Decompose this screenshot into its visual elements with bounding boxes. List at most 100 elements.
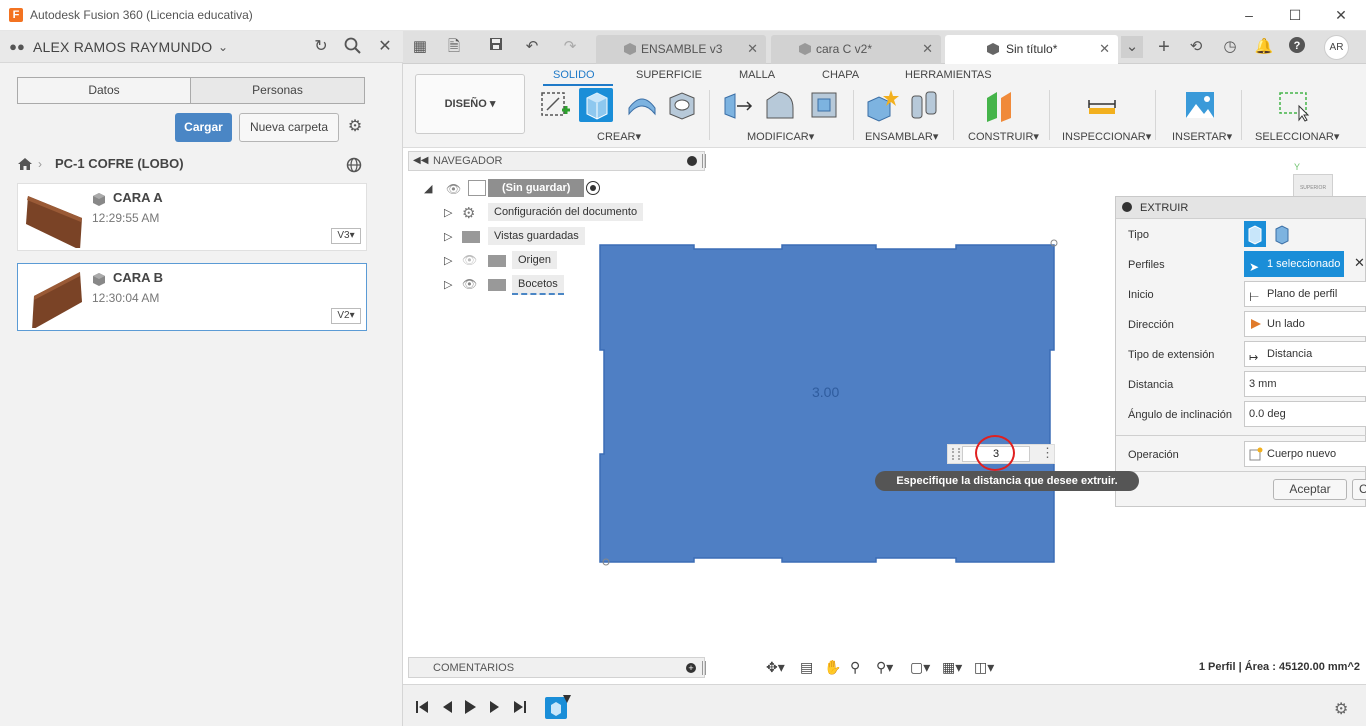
- new-folder-button[interactable]: Nueva carpeta: [239, 113, 339, 142]
- file-card-cara-b[interactable]: CARA B 12:30:04 AM V2▾: [17, 263, 367, 331]
- expand-arrow-icon[interactable]: ▷: [444, 230, 452, 243]
- taper-angle-field[interactable]: 0.0 deg: [1244, 401, 1366, 427]
- profiles-selection[interactable]: ➤ 1 seleccionado: [1244, 251, 1344, 277]
- tab-overflow-icon[interactable]: ⌄: [1121, 36, 1143, 58]
- ok-button[interactable]: Aceptar: [1273, 479, 1347, 500]
- breadcrumb[interactable]: PC-1 COFRE (LOBO): [55, 156, 184, 171]
- user-name[interactable]: ALEX RAMOS RAYMUNDO: [33, 39, 212, 55]
- grid-settings-icon[interactable]: ▦▾: [942, 659, 962, 676]
- play-icon[interactable]: [463, 700, 477, 714]
- help-icon[interactable]: ?: [1286, 36, 1308, 58]
- visibility-eye-icon[interactable]: 👁: [462, 277, 477, 291]
- extensions-icon[interactable]: ⟲: [1185, 36, 1207, 58]
- pin-icon[interactable]: [702, 661, 706, 675]
- clear-selection-icon[interactable]: ✕: [1354, 255, 1365, 271]
- offset-plane-icon[interactable]: [983, 88, 1017, 122]
- close-window-button[interactable]: ✕: [1318, 4, 1364, 26]
- node-label[interactable]: Origen: [512, 251, 558, 269]
- grid-menu-icon[interactable]: ▦: [409, 36, 431, 58]
- chevron-down-icon[interactable]: ⌄: [213, 37, 233, 57]
- undo-icon[interactable]: ↶: [521, 36, 543, 58]
- tab-chapa[interactable]: CHAPA: [822, 69, 859, 81]
- display-settings-icon[interactable]: ▢▾: [910, 659, 930, 676]
- search-icon[interactable]: [343, 37, 363, 57]
- save-icon[interactable]: [485, 36, 507, 58]
- team-icon[interactable]: ●●: [7, 37, 27, 57]
- pan-icon[interactable]: ✋: [824, 659, 841, 676]
- operation-dropdown[interactable]: Cuerpo nuevo: [1244, 441, 1366, 467]
- distance-field[interactable]: 3 mm: [1244, 371, 1366, 397]
- node-label[interactable]: Configuración del documento: [488, 203, 644, 221]
- drag-handle-icon[interactable]: [952, 448, 960, 460]
- tab-superficie[interactable]: SUPERFICIE: [636, 69, 702, 81]
- tab-ensamble[interactable]: ENSAMBLE v3 ✕: [596, 35, 766, 64]
- start-dropdown[interactable]: ⊢ Plano de perfil: [1244, 281, 1366, 307]
- workspace-dropdown[interactable]: DISEÑO ▾: [415, 74, 525, 134]
- user-avatar[interactable]: AR: [1324, 35, 1349, 60]
- job-status-icon[interactable]: ◷: [1219, 36, 1241, 58]
- group-insertar[interactable]: INSERTAR▾: [1172, 130, 1232, 143]
- press-pull-icon[interactable]: [721, 88, 755, 122]
- refresh-icon[interactable]: ↻: [311, 37, 331, 57]
- revolve-icon[interactable]: [625, 88, 659, 122]
- more-options-icon[interactable]: ⋮: [1041, 445, 1054, 461]
- select-window-icon[interactable]: [1277, 88, 1311, 122]
- collapse-icon[interactable]: ◀◀: [413, 155, 428, 166]
- tab-personas[interactable]: Personas: [190, 77, 365, 104]
- type-thin-button[interactable]: [1271, 221, 1293, 247]
- gear-icon[interactable]: ⚙: [345, 117, 365, 137]
- extent-type-dropdown[interactable]: ↦ Distancia: [1244, 341, 1366, 367]
- tab-herramientas[interactable]: HERRAMIENTAS: [905, 69, 992, 81]
- group-construir[interactable]: CONSTRUIR▾: [968, 130, 1039, 143]
- node-label[interactable]: Vistas guardadas: [488, 227, 585, 245]
- new-component-icon[interactable]: [865, 88, 899, 122]
- direction-dropdown[interactable]: Un lado: [1244, 311, 1366, 337]
- fillet-icon[interactable]: [763, 88, 797, 122]
- collapse-arrow-icon[interactable]: ◢: [424, 182, 432, 195]
- close-panel-icon[interactable]: ✕: [375, 37, 395, 57]
- next-step-icon[interactable]: [488, 700, 502, 714]
- timeline-extrude-feature[interactable]: [545, 697, 567, 719]
- last-step-icon[interactable]: [513, 700, 527, 714]
- visibility-eye-icon[interactable]: 👁: [446, 182, 461, 196]
- tab-cara-c[interactable]: cara C v2* ✕: [771, 35, 941, 64]
- minimize-navigator-icon[interactable]: [687, 156, 697, 166]
- zoom-icon[interactable]: ⚲: [850, 659, 860, 676]
- globe-icon[interactable]: [346, 157, 362, 176]
- insert-image-icon[interactable]: [1183, 88, 1217, 122]
- group-inspeccionar[interactable]: INSPECCIONAR▾: [1062, 130, 1151, 143]
- fit-icon[interactable]: ⚲▾: [876, 659, 893, 676]
- redo-icon[interactable]: ↷: [559, 36, 581, 58]
- add-comment-icon[interactable]: +: [686, 663, 696, 673]
- notifications-icon[interactable]: 🔔: [1253, 36, 1275, 58]
- previous-step-icon[interactable]: [440, 700, 454, 714]
- upload-button[interactable]: Cargar: [175, 113, 232, 142]
- joint-icon[interactable]: [907, 88, 941, 122]
- group-seleccionar[interactable]: SELECCIONAR▾: [1255, 130, 1339, 143]
- version-dropdown[interactable]: V3▾: [331, 228, 361, 244]
- node-label[interactable]: Bocetos: [512, 275, 564, 295]
- create-sketch-icon[interactable]: [539, 88, 573, 122]
- shell-icon[interactable]: [807, 88, 841, 122]
- active-radio-icon[interactable]: [586, 181, 600, 195]
- close-tab-icon[interactable]: ✕: [922, 35, 933, 63]
- collapse-dialog-icon[interactable]: [1122, 202, 1132, 212]
- extrude-icon[interactable]: [579, 88, 613, 122]
- file-card-cara-a[interactable]: CARA A 12:29:55 AM V3▾: [17, 183, 367, 251]
- first-step-icon[interactable]: [415, 700, 429, 714]
- tab-datos[interactable]: Datos: [17, 77, 191, 104]
- close-tab-icon[interactable]: ✕: [1099, 35, 1110, 63]
- minimize-button[interactable]: –: [1226, 4, 1272, 26]
- hole-icon[interactable]: [665, 88, 699, 122]
- close-tab-icon[interactable]: ✕: [747, 35, 758, 63]
- tab-sin-titulo[interactable]: Sin título* ✕: [945, 35, 1118, 64]
- maximize-button[interactable]: ☐: [1272, 4, 1318, 26]
- cancel-button[interactable]: Car: [1352, 479, 1366, 500]
- expand-arrow-icon[interactable]: ▷: [444, 254, 452, 267]
- type-solid-button[interactable]: [1244, 221, 1266, 247]
- version-dropdown[interactable]: V2▾: [331, 308, 361, 324]
- orbit-icon[interactable]: ✥▾: [766, 659, 785, 676]
- home-icon[interactable]: [17, 157, 33, 174]
- file-icon[interactable]: 🗎: [443, 36, 465, 58]
- new-tab-icon[interactable]: +: [1153, 36, 1175, 58]
